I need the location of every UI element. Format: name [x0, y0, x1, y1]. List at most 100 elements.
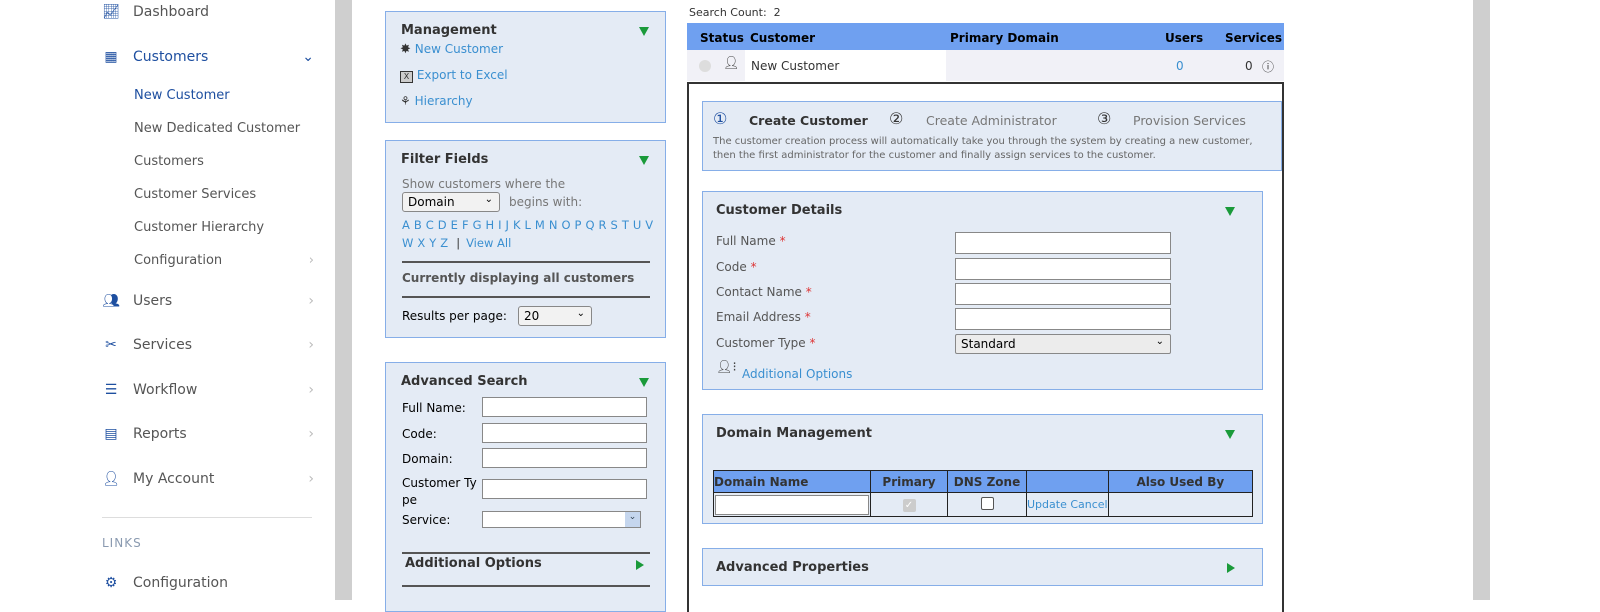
additional-options-toggle[interactable]: Additional Options	[405, 556, 542, 571]
nav-workflow[interactable]: ☰ Workflow ›	[102, 381, 314, 399]
letter-link-G[interactable]: G	[473, 218, 482, 232]
column-header	[1026, 470, 1109, 493]
link-configuration[interactable]: ⚙ Configuration	[102, 574, 314, 592]
letter-link-P[interactable]: P	[575, 218, 582, 232]
expand-icon[interactable]	[1227, 563, 1235, 573]
nav-services[interactable]: ✂︎ Services ›	[102, 336, 314, 354]
subnav-customer-hierarchy[interactable]: Customer Hierarchy	[134, 220, 264, 235]
nav-reports[interactable]: ▤ Reports ›	[102, 425, 314, 443]
chevron-down-icon: ⌄	[302, 49, 314, 65]
subnav-customers[interactable]: Customers	[134, 154, 204, 169]
cancel-link[interactable]: Cancel	[1070, 498, 1107, 511]
new-customer-link[interactable]: ✸ New Customer	[400, 42, 503, 57]
advanced-properties-panel[interactable]: Advanced Properties	[702, 548, 1263, 586]
view-all-link[interactable]: View All	[466, 236, 511, 250]
email-input[interactable]	[955, 308, 1171, 330]
field-label: Full Name:	[402, 401, 466, 415]
subnav-new-customer[interactable]: New Customer	[134, 88, 230, 103]
nav-customers[interactable]: ▦ Customers ⌄	[102, 48, 314, 66]
code-input[interactable]	[482, 423, 647, 443]
chevron-right-icon: ›	[308, 253, 314, 268]
letter-link-L[interactable]: L	[525, 218, 531, 232]
contact-name-input[interactable]	[955, 283, 1171, 305]
column-header[interactable]: Customer	[750, 31, 815, 45]
users-count-link[interactable]: 0	[1176, 59, 1184, 73]
letter-link-D[interactable]: D	[438, 218, 447, 232]
scroll-gutter	[1473, 0, 1490, 600]
search-count: Search Count: 2	[689, 6, 781, 19]
export-excel-link[interactable]: X Export to Excel	[400, 68, 508, 83]
results-header: Status Customer Primary Domain Users Ser…	[687, 23, 1284, 50]
letter-link-R[interactable]: R	[599, 218, 607, 232]
letter-link-F[interactable]: F	[462, 218, 469, 232]
collapse-icon[interactable]	[639, 378, 649, 387]
domain-table: Domain Name Primary DNS Zone Also Used B…	[713, 470, 1254, 517]
results-per-page-select[interactable]: 20 ⌄	[518, 306, 592, 326]
divider	[402, 261, 650, 263]
letter-link-I[interactable]: I	[498, 218, 501, 232]
letter-link-T[interactable]: T	[622, 218, 629, 232]
letter-link-X[interactable]: X	[417, 236, 425, 250]
column-header: Also Used By	[1107, 470, 1254, 493]
letter-link-Y[interactable]: Y	[429, 236, 436, 250]
collapse-icon[interactable]	[639, 156, 649, 165]
collapse-icon[interactable]	[1225, 430, 1235, 439]
letter-link-Z[interactable]: Z	[440, 236, 448, 250]
divider	[402, 552, 650, 554]
letter-link-E[interactable]: E	[451, 218, 458, 232]
building-icon: ▦	[104, 49, 118, 65]
column-header[interactable]: Status	[700, 31, 744, 45]
customer-name-link[interactable]: New Customer	[751, 59, 839, 73]
customer-type-input[interactable]	[482, 479, 647, 499]
divider	[102, 517, 312, 518]
letter-link-O[interactable]: O	[561, 218, 570, 232]
letter-link-A[interactable]: A	[402, 218, 410, 232]
panel-title: Customer Details	[716, 203, 843, 218]
customer-type-select[interactable]: Standard ⌄	[955, 334, 1171, 354]
letter-link-C[interactable]: C	[426, 218, 434, 232]
full-name-input[interactable]	[955, 232, 1171, 254]
collapse-icon[interactable]	[639, 27, 649, 36]
letter-link-K[interactable]: K	[513, 218, 521, 232]
filter-field-select[interactable]: Domain ⌄	[402, 192, 500, 212]
field-label: Code:	[402, 427, 437, 441]
field-label: Email Address *	[716, 310, 811, 324]
divider	[402, 585, 650, 587]
letter-link-N[interactable]: N	[549, 218, 558, 232]
letter-link-H[interactable]: H	[485, 218, 494, 232]
service-select[interactable]: ⌄	[482, 511, 641, 528]
letter-link-U[interactable]: U	[633, 218, 641, 232]
domain-input[interactable]	[482, 448, 647, 468]
table-row[interactable]: 👤︎ New Customer 0 0 ⓘ	[687, 50, 1284, 81]
letter-link-B[interactable]: B	[414, 218, 422, 232]
code-input[interactable]	[955, 258, 1171, 280]
filter-prompt: Show customers where the	[402, 177, 566, 191]
hierarchy-link[interactable]: ⚘ Hierarchy	[400, 94, 473, 108]
nav-dashboard[interactable]: 📈︎ Dashboard	[102, 3, 314, 21]
letter-link-J[interactable]: J	[506, 218, 509, 232]
column-header[interactable]: Primary Domain	[950, 31, 1059, 45]
nav-users[interactable]: 👥︎ Users ›	[102, 292, 314, 310]
letter-link-V[interactable]: V	[645, 218, 653, 232]
expand-icon[interactable]	[636, 560, 644, 570]
actions-cell: Update Cancel	[1026, 492, 1109, 517]
column-header[interactable]: Users	[1165, 31, 1203, 45]
info-icon[interactable]: ⓘ	[1262, 58, 1274, 75]
full-name-input[interactable]	[482, 397, 647, 417]
letter-link-M[interactable]: M	[535, 218, 545, 232]
update-link[interactable]: Update	[1027, 498, 1067, 511]
dns-zone-checkbox[interactable]	[980, 496, 994, 510]
subnav-new-dedicated-customer[interactable]: New Dedicated Customer	[134, 121, 300, 136]
additional-options-link[interactable]: Additional Options	[742, 367, 852, 381]
domain-name-input[interactable]	[715, 494, 869, 515]
chevron-down-icon: ⌄	[576, 308, 585, 319]
collapse-icon[interactable]	[1225, 207, 1235, 216]
primary-checkbox: ✓	[902, 499, 916, 512]
letter-link-Q[interactable]: Q	[585, 218, 594, 232]
subnav-configuration[interactable]: Configuration ›	[134, 253, 314, 268]
column-header[interactable]: Services	[1225, 31, 1282, 45]
letter-link-W[interactable]: W	[402, 236, 413, 250]
subnav-customer-services[interactable]: Customer Services	[134, 187, 256, 202]
letter-link-S[interactable]: S	[611, 218, 618, 232]
nav-my-account[interactable]: 👤︎ My Account ›	[102, 470, 314, 488]
